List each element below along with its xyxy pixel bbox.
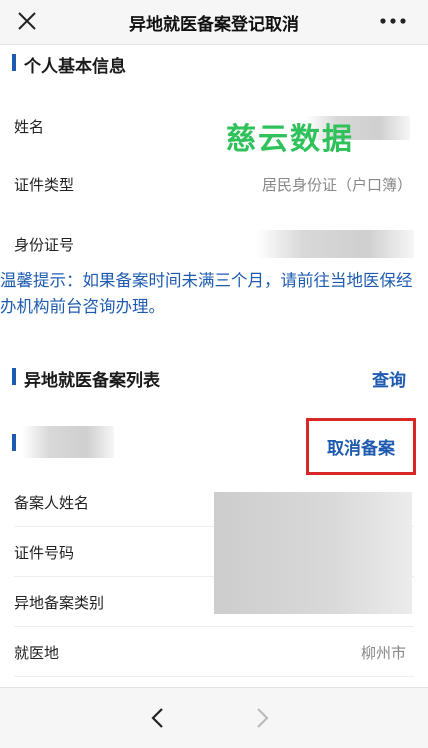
forward-arrow-icon[interactable]	[252, 706, 272, 730]
cancel-filing-label: 取消备案	[327, 439, 395, 459]
redacted-record-details	[214, 492, 412, 614]
id-number-label: 证件号码	[14, 544, 75, 562]
id-number-label: 身份证号	[14, 236, 75, 254]
back-arrow-icon[interactable]	[148, 706, 168, 730]
section-marker	[12, 54, 16, 71]
id-type-value: 居民身份证（户口簿）	[261, 176, 412, 194]
list-item: 就医地 柳州市	[14, 628, 414, 677]
watermark-text: 慈云数据	[226, 122, 354, 157]
section-marker	[12, 368, 16, 385]
top-bar: 异地就医备案登记取消	[0, 0, 428, 45]
filing-category-label: 异地备案类别	[14, 594, 105, 612]
id-type-row: 证件类型 居民身份证（户口簿）	[14, 164, 414, 204]
warm-tip: 温馨提示：如果备案时间未满三个月，请前往当地医保经办机构前台咨询办理。	[0, 271, 413, 316]
redacted-id-number	[256, 230, 414, 258]
id-type-label: 证件类型	[14, 176, 75, 194]
query-link[interactable]: 查询	[372, 366, 406, 391]
filer-name-label: 备案人姓名	[14, 494, 90, 512]
section-marker	[12, 434, 16, 451]
personal-info-title: 个人基本信息	[24, 57, 126, 77]
medical-location-label: 就医地	[14, 644, 60, 662]
more-icon[interactable]	[378, 12, 408, 30]
name-label: 姓名	[14, 118, 45, 136]
personal-info-header: 个人基本信息	[0, 48, 428, 78]
page-title: 异地就医备案登记取消	[129, 15, 299, 35]
cancel-filing-button[interactable]: 取消备案	[306, 418, 416, 475]
bottom-nav	[0, 687, 428, 748]
medical-location-value: 柳州市	[360, 644, 406, 662]
redacted-record-title	[22, 426, 114, 458]
record-list-header: 异地就医备案列表 查询	[0, 362, 428, 392]
record-list-title: 异地就医备案列表	[24, 371, 160, 391]
